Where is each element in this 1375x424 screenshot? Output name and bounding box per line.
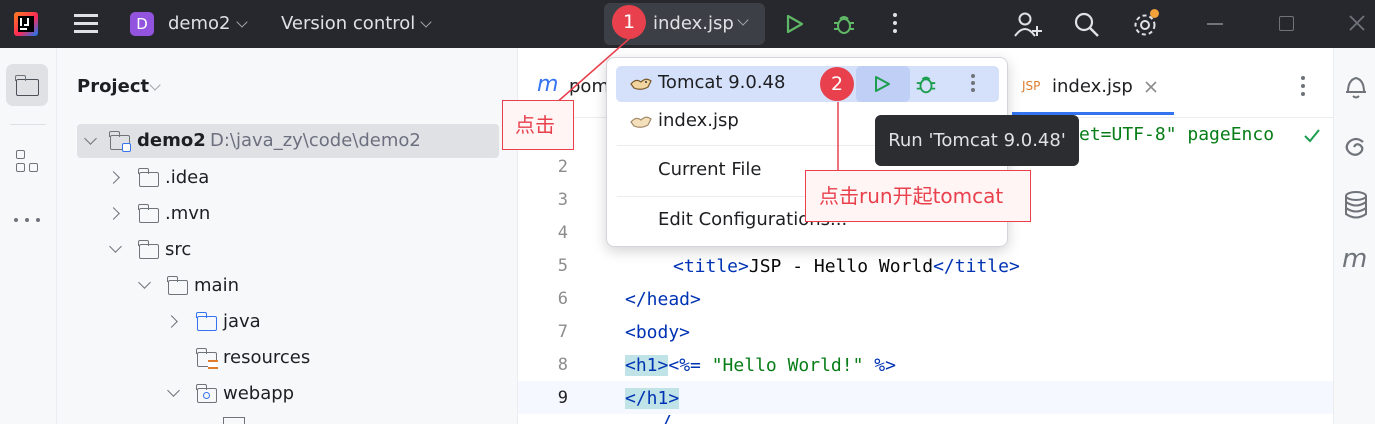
step-badge-2: 2 bbox=[820, 67, 854, 101]
annotation-lines bbox=[554, 37, 839, 170]
step-badge-1: 1 bbox=[612, 5, 646, 39]
callout-click: 点击 bbox=[502, 100, 574, 150]
callout-click-run: 点击run开起tomcat bbox=[805, 170, 1031, 222]
